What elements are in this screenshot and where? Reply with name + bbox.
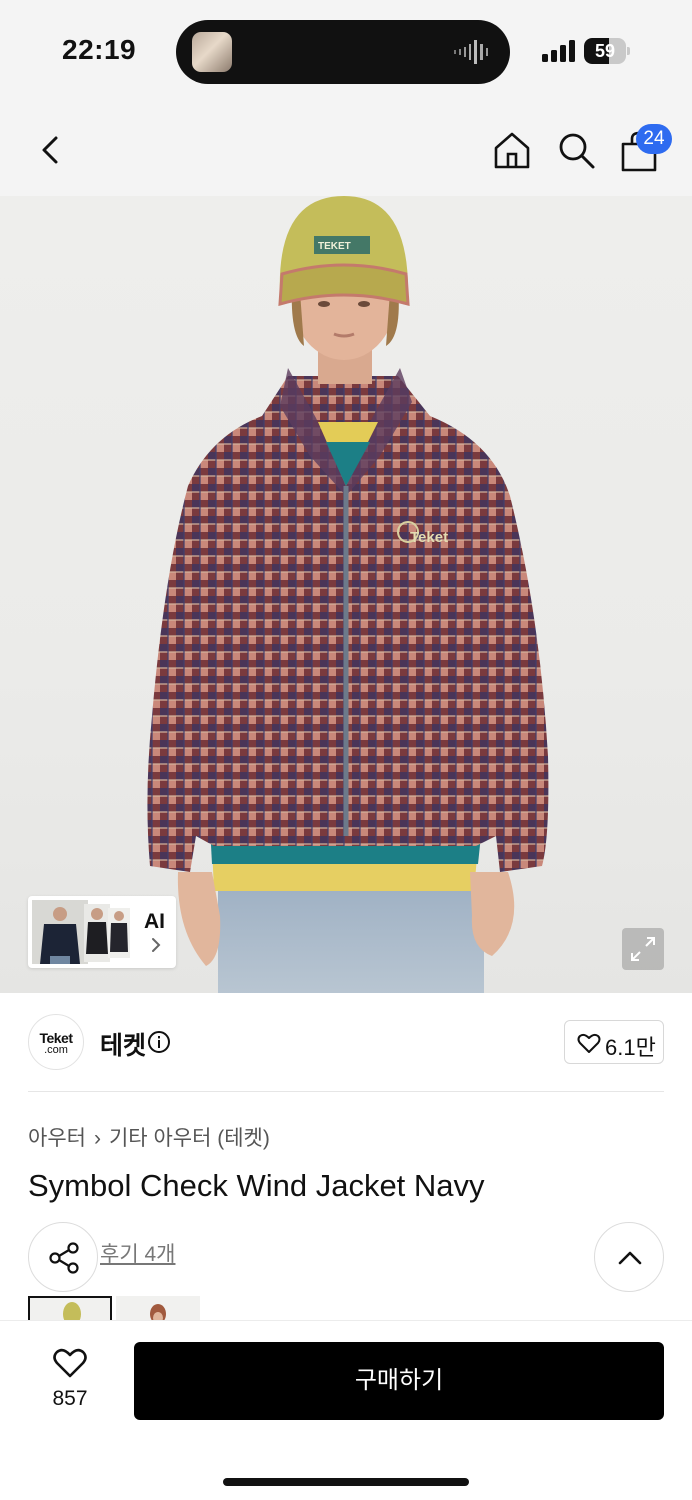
brand-like-count: 6.1만 — [605, 1035, 656, 1060]
top-navigation — [0, 100, 692, 196]
model-photo: Teket TEKET — [147, 196, 549, 993]
ai-label: AI — [144, 910, 165, 933]
scroll-to-top-button[interactable] — [594, 1222, 664, 1292]
share-icon — [49, 1242, 79, 1274]
home-indicator — [223, 1478, 469, 1486]
info-icon[interactable] — [147, 1030, 171, 1054]
brand-like-button[interactable]: 6.1만 — [564, 1020, 664, 1064]
heart-icon — [53, 1348, 87, 1378]
bottom-action-bar: 857 구매하기 — [0, 1320, 692, 1500]
expand-icon[interactable] — [622, 928, 664, 970]
heart-icon — [577, 1033, 601, 1053]
cart-count-badge: 24 — [636, 124, 672, 154]
thumbnail-1 — [32, 900, 88, 964]
product-like-count: 857 — [52, 1387, 88, 1410]
status-time: 22:19 — [62, 34, 137, 65]
battery-indicator: 59 — [584, 38, 630, 64]
brand-name[interactable]: 테켓 — [100, 1026, 146, 1062]
product-image[interactable]: Teket TEKET — [0, 196, 692, 993]
svg-text:Teket: Teket — [410, 529, 448, 546]
buy-button[interactable]: 구매하기 — [134, 1342, 664, 1420]
breadcrumb-item-other-outer[interactable]: 기타 아우터 (테켓) — [109, 1127, 270, 1150]
breadcrumb: 아우터 › 기타 아우터 (테켓) — [28, 1122, 270, 1152]
breadcrumb-item-outer[interactable]: 아우터 — [28, 1127, 86, 1150]
status-bar: 22:19 59 — [0, 0, 692, 100]
svg-text:TEKET: TEKET — [318, 241, 351, 252]
now-playing-artwork — [192, 32, 232, 72]
thumbnail-2 — [84, 904, 110, 962]
ai-style-thumbnails[interactable]: AI — [28, 896, 176, 968]
brand-logo[interactable]: Teket .com — [28, 1014, 84, 1070]
divider — [28, 1091, 664, 1092]
chevron-left-icon[interactable] — [34, 130, 68, 170]
chevron-right-icon: › — [93, 1127, 101, 1150]
product-like-button[interactable]: 857 — [40, 1347, 100, 1417]
brand-logo-text: Teket — [39, 1030, 73, 1046]
dynamic-island — [176, 20, 510, 84]
cellular-signal-icon — [542, 40, 575, 62]
review-link[interactable]: 후기 4개 — [100, 1238, 175, 1268]
share-button[interactable] — [28, 1222, 98, 1292]
chevron-right-icon — [152, 938, 161, 952]
home-icon[interactable] — [492, 130, 532, 170]
audio-wave-icon — [454, 40, 488, 64]
thumbnail-3 — [108, 908, 130, 958]
brand-logo-sub: .com — [44, 1044, 68, 1056]
battery-level: 59 — [594, 41, 616, 61]
chevron-up-icon — [618, 1251, 642, 1265]
search-icon[interactable] — [556, 130, 596, 170]
product-title: Symbol Check Wind Jacket Navy — [28, 1168, 485, 1203]
